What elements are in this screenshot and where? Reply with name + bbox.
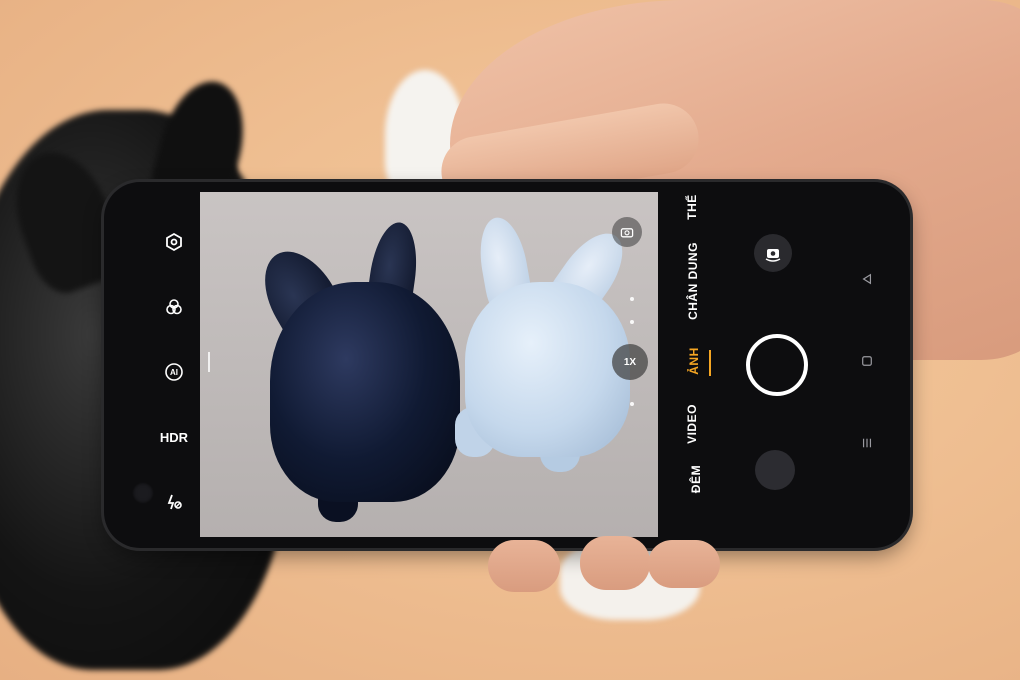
mode-night[interactable]: ĐÊM (689, 465, 703, 493)
white-figurine (465, 282, 630, 457)
mode-photo[interactable]: ẢNH (687, 347, 701, 375)
mode-portrait[interactable]: CHÂN DUNG (686, 242, 700, 320)
nav-home-icon[interactable] (858, 352, 876, 370)
flash-off-icon[interactable] (159, 487, 189, 517)
camera-switch-icon[interactable] (612, 217, 642, 247)
zoom-button[interactable]: 1X (612, 344, 648, 380)
gallery-thumbnail[interactable] (755, 450, 795, 490)
ai-icon[interactable]: AI (159, 357, 189, 387)
zoom-dot[interactable] (630, 320, 634, 324)
hexagon-settings-icon[interactable] (159, 227, 189, 257)
left-toolbar: AI HDR (144, 202, 204, 532)
zoom-dot[interactable] (630, 297, 634, 301)
nav-recents-icon[interactable] (858, 434, 876, 452)
zoom-dot[interactable] (630, 402, 634, 406)
finger (648, 540, 720, 588)
shutter-button[interactable] (746, 334, 808, 396)
mode-video[interactable]: VIDEO (685, 404, 699, 444)
hdr-label: HDR (159, 429, 189, 445)
black-figurine (270, 282, 460, 502)
finger (580, 536, 650, 590)
hdr-icon[interactable]: HDR (159, 422, 189, 452)
viewfinder[interactable]: 1X (200, 192, 658, 537)
nav-back-icon[interactable] (858, 270, 876, 288)
ai-label: AI (170, 367, 178, 377)
finger (488, 540, 560, 592)
photo-scene: AI HDR 1X ĐÊM VIDEO ẢNH CHÂN DUNG THỂ (0, 0, 1020, 680)
mode-sport[interactable]: THỂ (685, 194, 699, 220)
active-mode-indicator (709, 350, 711, 376)
flip-camera-icon[interactable] (754, 234, 792, 272)
exposure-marker (208, 352, 210, 372)
phone: AI HDR 1X ĐÊM VIDEO ẢNH CHÂN DUNG THỂ (104, 182, 910, 548)
filter-circles-icon[interactable] (159, 292, 189, 322)
